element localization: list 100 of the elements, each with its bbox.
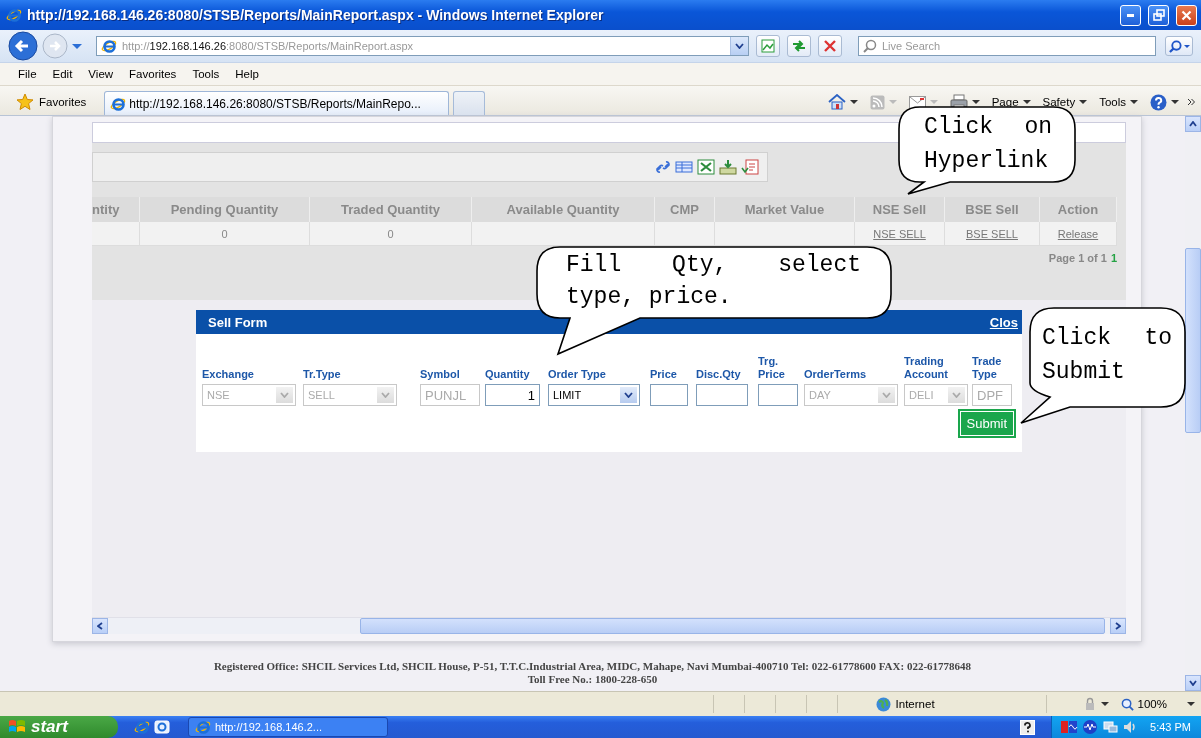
address-field[interactable]: http://192.168.146.26:8080/STSB/Reports/MainReport.aspx — [96, 36, 749, 56]
input-field[interactable] — [650, 384, 688, 406]
column-header: Action — [1040, 197, 1117, 222]
ie-logo-icon — [195, 719, 211, 735]
caret-icon — [1183, 43, 1190, 49]
menu-item[interactable]: Help — [227, 68, 267, 80]
audio-icon[interactable] — [1082, 719, 1099, 735]
help-icon[interactable] — [1020, 719, 1036, 735]
field-label: Trading Account — [904, 355, 949, 381]
minimize-icon — [1127, 13, 1134, 17]
network-icon[interactable] — [1060, 719, 1079, 735]
clock: 5:43 PM — [1150, 721, 1191, 733]
download-icon[interactable] — [719, 159, 737, 175]
field-label: Trg. Price — [758, 355, 786, 381]
command-menu[interactable]: Tools — [1096, 96, 1141, 108]
input-field[interactable] — [758, 384, 798, 406]
callout-tooltip: Fill Qty, select type, price. — [536, 246, 892, 356]
menu-item[interactable]: File — [10, 68, 45, 80]
scroll-right-button[interactable] — [1110, 618, 1126, 634]
menu-item[interactable]: Favorites — [121, 68, 185, 80]
column-header: Traded Quantity — [310, 197, 472, 222]
chevron-down-icon[interactable] — [735, 43, 744, 49]
field-label: Exchange — [202, 368, 254, 381]
star-icon — [16, 93, 34, 111]
scroll-left-button[interactable] — [92, 618, 108, 634]
globe-icon — [875, 696, 891, 712]
caret-icon[interactable] — [1079, 99, 1088, 105]
callout-tooltip: Click to Submit — [1020, 307, 1186, 425]
close-link[interactable]: Clos — [989, 314, 1018, 330]
caret-icon[interactable] — [1100, 701, 1109, 707]
favorites-button[interactable]: Favorites — [12, 89, 91, 115]
scrollbar-thumb[interactable] — [1185, 248, 1201, 433]
chevron-down-icon — [624, 392, 633, 398]
footer-text: Registered Office: SHCIL Services Ltd, SHCIL House, P-51, T.T.C.Industrial Area, MIDC, Mahape, Navi Mumbai-400710 Tel: 022-61778600 FAX: 022-61778648 — [213, 660, 972, 673]
stop-button[interactable] — [818, 35, 842, 57]
column-header: ntity — [92, 197, 140, 222]
command-menu[interactable]: Page — [988, 96, 1034, 108]
envelope-icon — [908, 95, 926, 109]
monitor-icon[interactable] — [1102, 719, 1119, 735]
column-header: CMP — [655, 197, 715, 222]
windows-flag-icon — [8, 719, 26, 735]
zoom-button[interactable]: 100% — [1114, 697, 1201, 711]
column-header: Pending Quantity — [140, 197, 310, 222]
menu-item[interactable]: Tools — [184, 68, 228, 80]
scroll-down-button[interactable] — [1185, 675, 1201, 691]
caret-icon[interactable] — [1130, 99, 1138, 105]
chevron-down-icon — [280, 392, 289, 398]
start-button[interactable]: start — [0, 716, 118, 738]
close-icon — [1181, 9, 1192, 21]
ie-logo-icon[interactable] — [134, 719, 150, 735]
column-header: Market Value — [715, 197, 855, 222]
restore-button[interactable] — [1148, 4, 1169, 26]
table-cell: 0 — [140, 222, 310, 246]
magnifier-icon — [1120, 697, 1134, 711]
column-header: NSE Sell — [855, 197, 945, 222]
chevron-down-icon — [952, 392, 961, 398]
caret-icon[interactable] — [849, 99, 858, 105]
input-field[interactable] — [696, 384, 748, 406]
question-mark-icon — [1150, 93, 1167, 111]
footer-text: Toll Free No.: 1800-228-650 — [527, 673, 658, 686]
chevron-down-icon — [1189, 680, 1197, 686]
refresh-button[interactable] — [787, 35, 811, 57]
back-button[interactable] — [8, 31, 38, 61]
caret-icon[interactable] — [1171, 99, 1179, 105]
restore-icon — [1152, 9, 1165, 21]
page-info: Page 1 of 1 — [1048, 252, 1107, 264]
taskbar-button[interactable]: http://192.168.146.2... — [188, 717, 388, 737]
chevrons-icon[interactable] — [1188, 98, 1195, 106]
table-cell: 0 — [310, 222, 472, 246]
chevron-right-icon — [1115, 622, 1121, 630]
field-label: Order Type — [548, 368, 606, 381]
form-title: Sell Form — [208, 314, 268, 330]
search-icon — [1168, 39, 1182, 53]
input-field[interactable]: 1 — [485, 384, 540, 406]
menu-item[interactable]: Edit — [44, 68, 81, 80]
caret-icon[interactable] — [1187, 701, 1195, 707]
close-button[interactable] — [1176, 4, 1197, 26]
field-label: Disc.Qty — [696, 368, 741, 381]
search-button[interactable] — [1165, 36, 1193, 56]
command-menu[interactable]: Safety — [1039, 96, 1091, 108]
spreadsheet-icon[interactable] — [697, 159, 715, 175]
field-label: Trade Type — [972, 355, 1003, 381]
ie-logo-icon — [6, 7, 22, 23]
security-zone: Internet — [895, 698, 935, 710]
compatibility-button[interactable] — [756, 35, 780, 57]
menu-item[interactable]: View — [80, 68, 122, 80]
chevron-down-icon — [882, 392, 891, 398]
minimize-button[interactable] — [1120, 4, 1141, 26]
document-icon[interactable] — [741, 159, 759, 175]
search-icon — [863, 39, 877, 53]
help-button[interactable] — [1147, 93, 1182, 111]
chain-link-icon[interactable] — [655, 160, 671, 174]
window-icon[interactable] — [154, 719, 170, 735]
field-label: Symbol — [420, 368, 460, 381]
scrollbar-thumb[interactable] — [360, 618, 1105, 634]
browser-tab[interactable]: http://192.168.146.26:8080/STSB/Reports/MainRepo... — [104, 91, 450, 115]
refresh-icon — [791, 38, 807, 54]
table-icon[interactable] — [675, 160, 693, 174]
dropdown[interactable]: LIMIT — [548, 384, 640, 406]
scroll-up-button[interactable] — [1185, 116, 1201, 132]
